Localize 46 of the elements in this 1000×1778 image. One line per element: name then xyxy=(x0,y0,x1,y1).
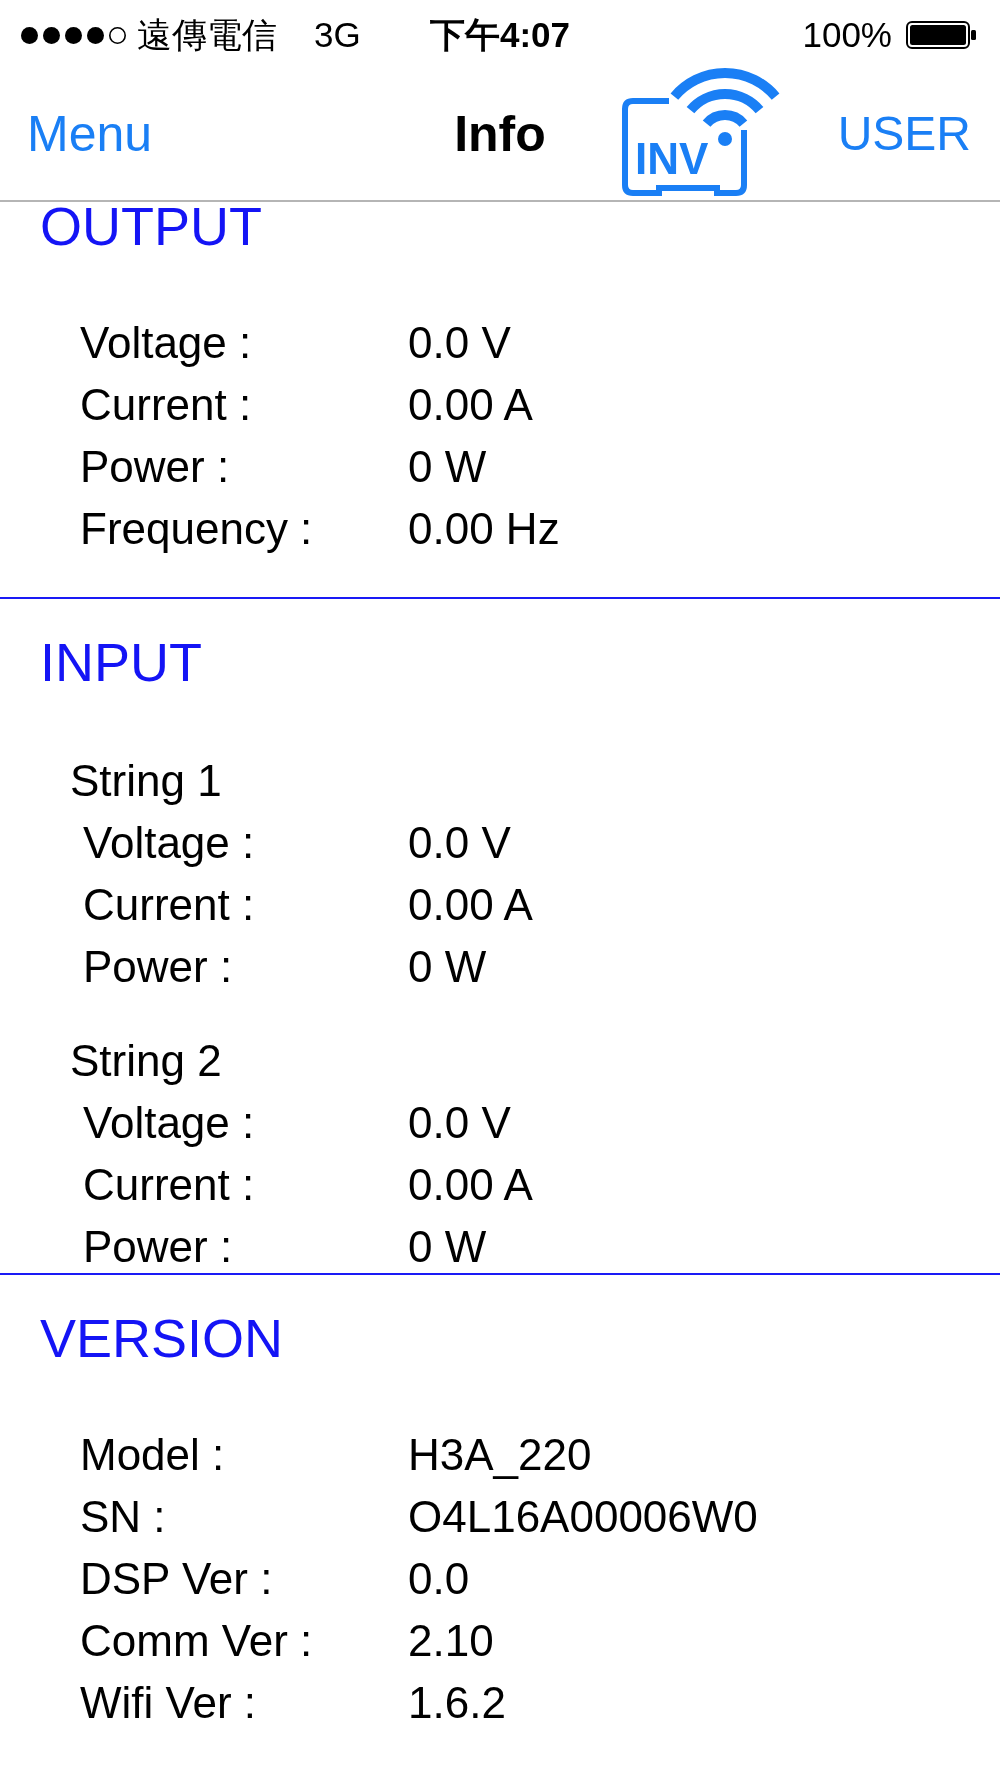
string-heading: String 2 xyxy=(70,1035,222,1087)
field-value: 0.00 A xyxy=(408,1159,533,1211)
field-label: SN : xyxy=(80,1491,166,1543)
wifi-card-icon xyxy=(621,68,780,196)
field-value: O4L16A00006W0 xyxy=(408,1491,758,1543)
field-label: Power : xyxy=(80,441,230,493)
field-value: H3A_220 xyxy=(408,1429,592,1481)
field-value: 0.0 xyxy=(408,1553,470,1605)
field-label: Power : xyxy=(83,941,233,993)
field-value: 0 W xyxy=(408,941,487,993)
field-value: 0 W xyxy=(408,441,487,493)
signal-strength-icon xyxy=(20,25,128,45)
field-value: 0 W xyxy=(408,1221,487,1273)
field-value: 2.10 xyxy=(408,1615,494,1667)
field-label: Voltage : xyxy=(83,1097,255,1149)
field-value: 0.0 V xyxy=(408,1097,511,1149)
field-label: Frequency : xyxy=(80,503,313,555)
field-value: 0.00 A xyxy=(408,379,533,431)
field-value: 0.00 A xyxy=(408,879,533,931)
field-label: Current : xyxy=(83,1159,255,1211)
field-value: 0.00 Hz xyxy=(408,503,560,555)
field-label: Voltage : xyxy=(80,317,252,369)
field-value: 0.0 V xyxy=(408,317,511,369)
field-label: Wifi Ver : xyxy=(80,1677,257,1729)
menu-button[interactable]: Menu xyxy=(27,105,153,163)
section-heading: INPUT xyxy=(40,638,202,686)
page-title: Info xyxy=(454,105,546,163)
field-label: Current : xyxy=(83,879,255,931)
field-value: 0.0 V xyxy=(408,817,511,869)
carrier-name: 遠傳電信 xyxy=(137,14,277,56)
section-heading: VERSION xyxy=(40,1314,284,1362)
string-heading: String 1 xyxy=(70,755,222,807)
field-label: Comm Ver : xyxy=(80,1615,313,1667)
status-time: 下午4:07 xyxy=(429,14,571,56)
network-type: 3G xyxy=(314,14,361,56)
field-label: Current : xyxy=(80,379,252,431)
logo-text: INV xyxy=(634,134,709,183)
field-label: DSP Ver : xyxy=(80,1553,273,1605)
field-label: Power : xyxy=(83,1221,233,1273)
field-value: 1.6.2 xyxy=(408,1677,506,1729)
battery-percentage: 100% xyxy=(802,14,892,56)
field-label: Model : xyxy=(80,1429,225,1481)
field-label: Voltage : xyxy=(83,817,255,869)
battery-icon xyxy=(906,21,976,49)
section-heading: OUTPUT xyxy=(40,202,262,250)
user-button[interactable]: USER xyxy=(837,105,971,163)
